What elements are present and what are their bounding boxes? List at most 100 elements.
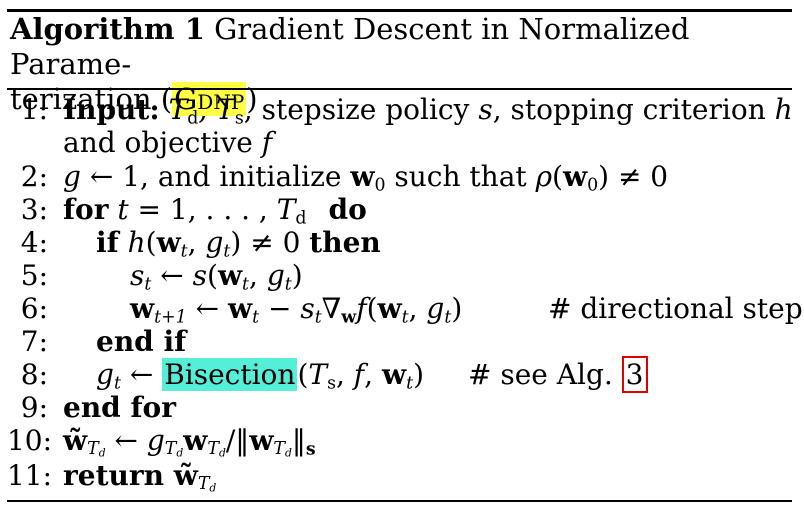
algo-line-1-cont: and objective f	[0, 126, 804, 159]
line-content: Input: Td, Ts, stepsize policy s, stoppi…	[63, 93, 793, 127]
math-sub: Td	[273, 439, 291, 459]
keyword-for: for	[63, 193, 109, 226]
comment-text: # see Alg.	[468, 358, 622, 391]
math-var: s	[478, 93, 493, 126]
text: ←	[186, 292, 228, 325]
math-var: f	[353, 358, 365, 391]
math-subsub: d	[209, 482, 217, 496]
line-content: if h(wt, gt) ≠ 0 then	[96, 226, 381, 260]
algo-line-5: 5: st ← s(wt, gt)	[0, 259, 804, 293]
line-number: 9:	[20, 391, 48, 424]
math-var: , T	[198, 93, 235, 126]
text: ‖	[291, 424, 306, 457]
math-var: T	[308, 358, 328, 391]
algorithm-label: Algorithm 1	[10, 12, 205, 46]
math-vector: w̃	[163, 459, 198, 492]
line-content: and objective f	[63, 126, 272, 159]
math-sub: Td	[87, 439, 105, 459]
line-number: 5:	[20, 259, 48, 292]
math-sub: Td	[198, 474, 216, 494]
text: ) ≠ 0	[230, 226, 310, 259]
text: ←	[151, 259, 193, 292]
math-var: t	[108, 193, 129, 226]
math-sub: Td	[165, 439, 183, 459]
text: (	[207, 259, 218, 292]
algo-line-6: 6: wt+1 ← wt − st∇wf(wt, gt) # direction…	[0, 292, 804, 326]
line-number: 10:	[6, 424, 52, 457]
line-number: 6:	[20, 292, 48, 325]
comment-see-alg: # see Alg. 3	[468, 356, 648, 393]
line-number: 11:	[6, 459, 52, 492]
text: ,	[249, 259, 267, 292]
math-var: T	[159, 93, 188, 126]
line-number: 8:	[20, 358, 48, 391]
math-vector: w	[130, 292, 155, 325]
keyword-end-for: end for	[63, 391, 176, 424]
math-vector: w	[377, 292, 402, 325]
line-content: end if	[96, 325, 186, 358]
text: ←	[120, 358, 163, 391]
text: ) ≠ 0	[598, 160, 669, 193]
algo-line-2: 2: g ← 1, and initialize w0 such that ρ(…	[0, 160, 804, 194]
math-var: g	[146, 424, 165, 457]
sub-var: T	[197, 474, 210, 495]
text: (	[145, 226, 157, 259]
line-number: 4:	[20, 226, 48, 259]
math-sub: Td	[207, 439, 225, 459]
text: )	[451, 292, 463, 325]
math-var: g	[63, 160, 81, 193]
math-vector: w	[381, 358, 407, 391]
algorithm-reference-link[interactable]: 3	[621, 356, 648, 393]
keyword-if: if	[96, 226, 119, 259]
math-var: ρ	[535, 160, 553, 193]
keyword-return: return	[63, 459, 164, 492]
line-content: return w̃Td	[63, 459, 216, 494]
math-var: g	[96, 358, 114, 391]
math-var: T	[276, 193, 296, 226]
math-vector: w	[156, 226, 181, 259]
text: ,	[408, 292, 427, 325]
text: , stepsize policy	[243, 93, 479, 126]
line-content: gt ← Bisection(Ts, f, wt)	[96, 358, 424, 392]
line-content: w̃Td ← gTdwTd/‖wTd‖s	[63, 424, 316, 460]
line-content: end for	[63, 391, 176, 424]
keyword-then: then	[309, 226, 381, 259]
line-number: 3:	[20, 193, 48, 226]
line-content: wt+1 ← wt − st∇wf(wt, gt)	[130, 292, 463, 326]
math-var: g	[426, 292, 445, 325]
sub-var: T	[273, 439, 286, 460]
math-vector: w	[350, 160, 375, 193]
math-vector: w	[562, 160, 588, 193]
math-vector: w	[227, 292, 253, 325]
algo-line-7: 7: end if	[0, 325, 804, 358]
text: = 1, . . . ,	[128, 193, 277, 226]
text: (	[552, 160, 563, 193]
keyword-do: do	[328, 193, 367, 226]
keyword-end-if: end if	[96, 325, 187, 358]
math-vector: w	[249, 424, 274, 457]
text: −	[259, 292, 301, 325]
comment-directional-step: # directional step	[548, 292, 803, 325]
algo-line-11: 11: return w̃Td	[0, 459, 804, 494]
math-var: h	[774, 93, 793, 126]
text: ←	[105, 424, 147, 457]
math-var: h	[118, 226, 146, 259]
sub-var: T	[87, 439, 99, 460]
text: (	[366, 292, 378, 325]
math-var: s	[300, 292, 315, 325]
line-number: 1:	[20, 93, 48, 126]
caption-rule	[7, 88, 792, 90]
text: ,	[187, 226, 206, 259]
text: such that	[385, 160, 536, 193]
text: /‖	[225, 424, 250, 457]
algo-line-8: 8: gt ← Bisection(Ts, f, wt) # see Alg. …	[0, 356, 804, 393]
text: ∇	[321, 292, 342, 325]
line-number: 2:	[20, 160, 48, 193]
math-sub: s	[305, 439, 316, 460]
line-content: g ← 1, and initialize w0 such that ρ(w0)…	[63, 160, 669, 194]
sub-var: T	[207, 439, 219, 460]
text: )	[291, 259, 303, 292]
text: ,	[335, 358, 354, 391]
bottom-rule	[7, 500, 792, 502]
text: (	[297, 358, 309, 391]
